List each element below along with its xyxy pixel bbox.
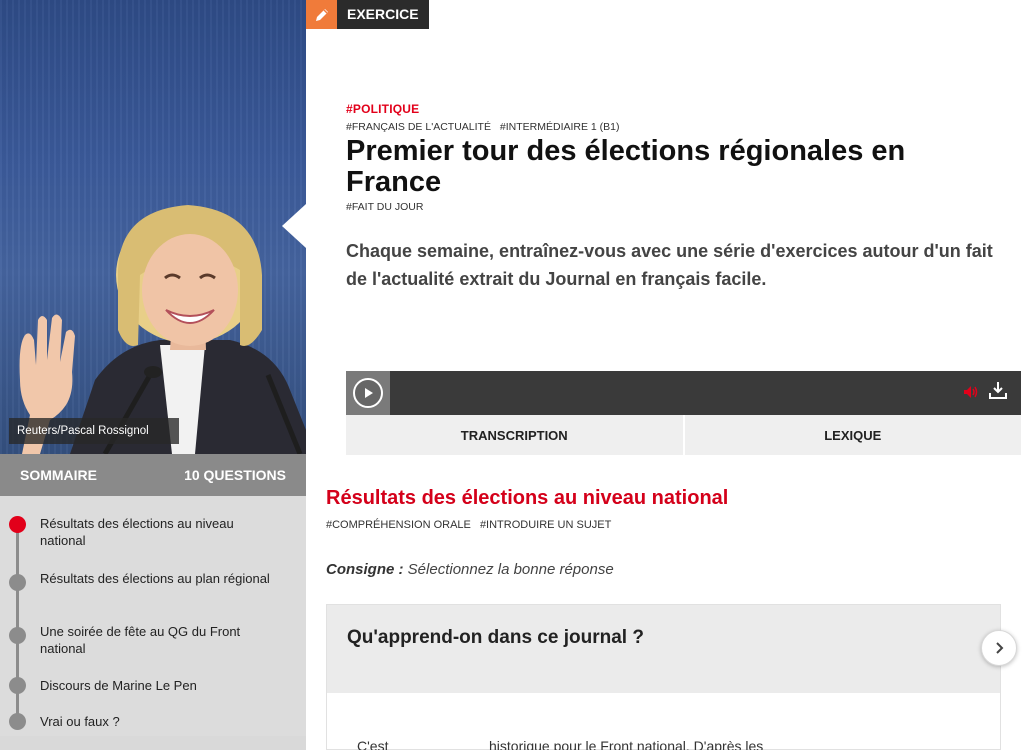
- intro-text: Chaque semaine, entraînez-vous avec une …: [346, 241, 993, 289]
- sommaire-list: Résultats des élections au niveau nation…: [0, 496, 306, 736]
- play-icon: [353, 378, 383, 408]
- dot-icon: [9, 627, 26, 644]
- tab-lexique[interactable]: LEXIQUE: [682, 415, 1022, 455]
- tag-level[interactable]: #INTERMÉDIAIRE 1 (B1): [500, 121, 620, 133]
- content-tabs: TRANSCRIPTION LEXIQUE: [346, 415, 1021, 455]
- answer-text-start: C'est: [357, 738, 389, 750]
- person-illustration: [19, 205, 306, 454]
- active-dot-icon: [9, 516, 26, 533]
- chevron-right-icon: [996, 642, 1004, 654]
- question-count: 10 QUESTIONS: [184, 467, 286, 483]
- left-column: Reuters/Pascal Rossignol SOMMAIRE 10 QUE…: [0, 0, 306, 750]
- badge-label: EXERCICE: [337, 0, 429, 29]
- download-icon[interactable]: [989, 381, 1007, 401]
- sommaire-item-label: Discours de Marine Le Pen: [40, 678, 197, 693]
- play-button[interactable]: [346, 371, 390, 415]
- tag-level-theme[interactable]: #FRANÇAIS DE L'ACTUALITÉ: [346, 121, 491, 133]
- timeline-rail: [16, 524, 19, 724]
- tag-category[interactable]: #FAIT DU JOUR: [346, 201, 423, 213]
- dot-icon: [9, 677, 26, 694]
- question-card: Qu'apprend-on dans ce journal ? C'est hi…: [326, 604, 1001, 750]
- dot-icon: [9, 713, 26, 730]
- audio-player: [346, 371, 1021, 415]
- question-header: Qu'apprend-on dans ce journal ?: [327, 605, 1000, 693]
- tab-transcription[interactable]: TRANSCRIPTION: [346, 415, 683, 455]
- tag-primary[interactable]: #POLITIQUE: [346, 102, 419, 116]
- exercise-badge: EXERCICE: [306, 0, 429, 29]
- answer-text-end: historique pour le Front national. D'apr…: [489, 738, 764, 750]
- page: Reuters/Pascal Rossignol SOMMAIRE 10 QUE…: [0, 0, 1024, 750]
- sommaire-item-label: Une soirée de fête au QG du Front nation…: [40, 624, 241, 656]
- next-question-button[interactable]: [981, 630, 1017, 666]
- volume-icon[interactable]: [963, 384, 979, 400]
- photo-notch: [282, 204, 306, 248]
- article-photo: Reuters/Pascal Rossignol: [0, 0, 306, 454]
- dot-icon: [9, 574, 26, 591]
- instruction: Consigne : Sélectionnez la bonne réponse: [326, 561, 614, 578]
- sommaire-title: SOMMAIRE: [20, 467, 97, 483]
- section-tags: #COMPRÉHENSION ORALE #INTRODUIRE UN SUJE…: [326, 519, 617, 531]
- sommaire-item-label: Résultats des élections au niveau nation…: [40, 516, 234, 548]
- tag-objective[interactable]: #INTRODUIRE UN SUJET: [480, 519, 611, 531]
- sommaire-item-label: Résultats des élections au plan régional: [40, 571, 270, 586]
- sommaire-item-label: Vrai ou faux ?: [40, 714, 120, 729]
- question-text: Qu'apprend-on dans ce journal ?: [347, 627, 644, 648]
- pencil-icon: [306, 0, 337, 29]
- instruction-label: Consigne :: [326, 561, 404, 578]
- page-title: Premier tour des élections régionales en…: [346, 135, 906, 198]
- photo-credit: Reuters/Pascal Rossignol: [9, 418, 179, 444]
- sommaire-header: SOMMAIRE 10 QUESTIONS: [0, 454, 306, 496]
- section-title: Résultats des élections au niveau nation…: [326, 487, 729, 509]
- instruction-text: Sélectionnez la bonne réponse: [407, 561, 614, 578]
- tags-secondary: #FRANÇAIS DE L'ACTUALITÉ #INTERMÉDIAIRE …: [346, 121, 626, 133]
- tag-skill[interactable]: #COMPRÉHENSION ORALE: [326, 519, 471, 531]
